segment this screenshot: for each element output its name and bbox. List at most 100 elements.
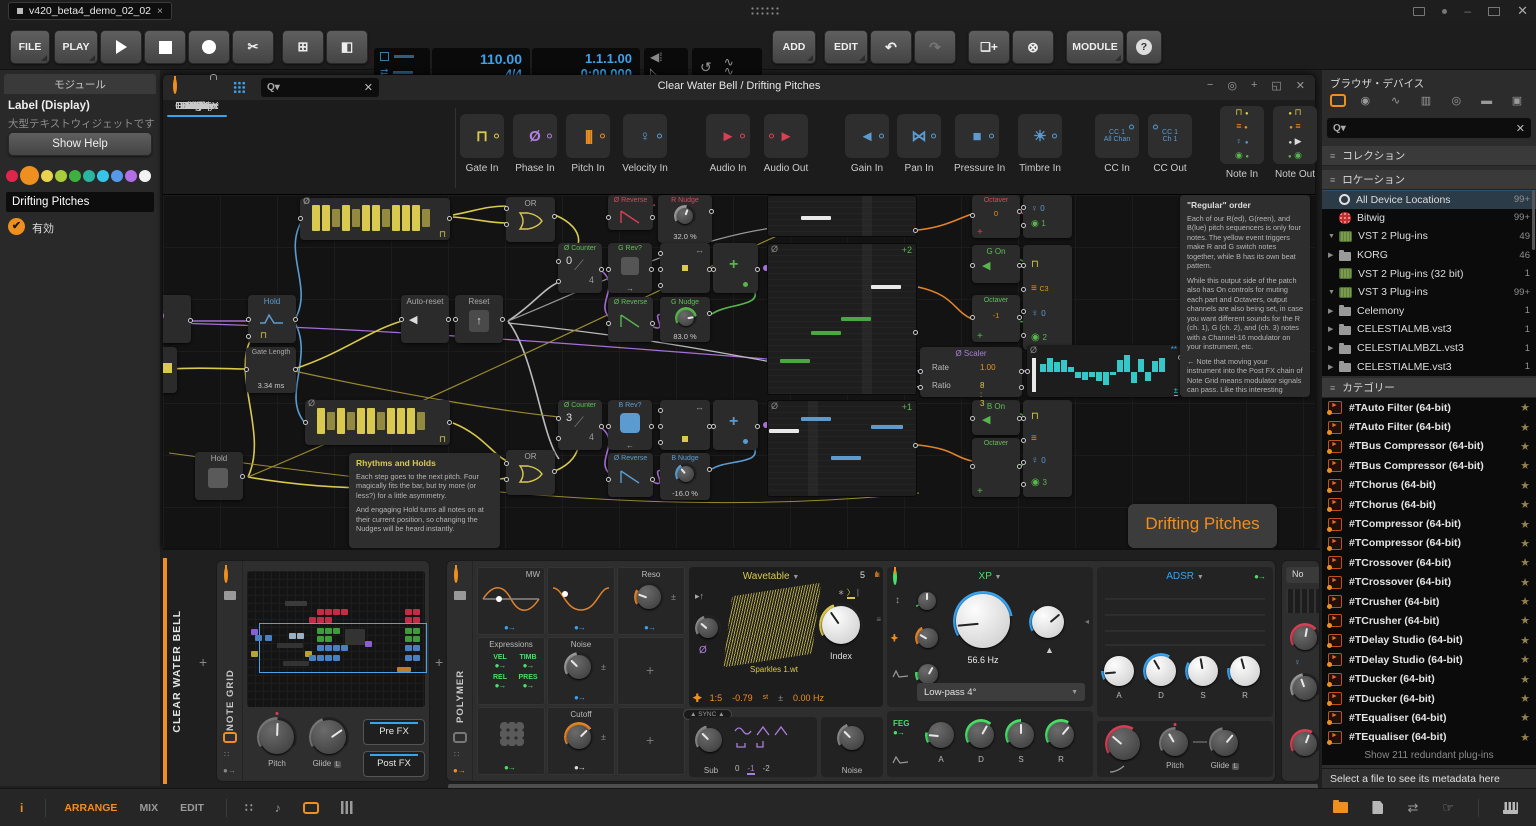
clips-filter-icon[interactable]: ◎	[1445, 94, 1467, 107]
post-fx-button[interactable]: Post FX	[363, 751, 425, 777]
favorite-star-icon[interactable]: ★	[1520, 692, 1530, 705]
palette-item-cc-in[interactable]: CC 1All ChanCC In	[1094, 114, 1140, 174]
hold-module[interactable]: Hold ⊓	[248, 295, 296, 343]
feg-a-knob[interactable]	[925, 719, 957, 751]
wavetable-name[interactable]: Sparkles 1.wt	[719, 665, 829, 674]
expander-icon[interactable]: ▶	[1328, 363, 1339, 371]
device-power-icon[interactable]	[224, 567, 228, 583]
plugin-row[interactable]: #TAuto Filter (64-bit) ★	[1322, 417, 1536, 436]
palette-item-timbre-in[interactable]: ☀Timbre In	[1017, 114, 1063, 174]
project-tab-close-icon[interactable]: ×	[157, 6, 163, 17]
search-clear-icon[interactable]: ✕	[1516, 122, 1525, 135]
device-panel-toggle-icon[interactable]	[303, 802, 319, 814]
edit-button[interactable]: EDIT	[824, 30, 868, 64]
palette-item-gain-in[interactable]: ◄Gain In	[844, 114, 890, 174]
gate-length-module[interactable]: Gate Length 3.34 ms	[246, 347, 296, 393]
retrigger-icon[interactable]: ▸↑	[695, 591, 704, 602]
devices-filter-icon[interactable]	[1330, 94, 1346, 107]
partial-knob[interactable]	[1290, 623, 1320, 653]
plugin-row[interactable]: #TCrusher (64-bit) ★	[1322, 592, 1536, 611]
location-row[interactable]: All Device Locations 99+	[1322, 190, 1536, 209]
r-nudge-module[interactable]: R Nudge 32.0 %	[658, 195, 712, 243]
patch-canvas[interactable]: Ø Ø ⊓ Ø ⊓ Hold	[163, 195, 1315, 548]
plugin-row[interactable]: #TCompressor (64-bit) ★	[1322, 534, 1536, 553]
note-rhythms-and-holds[interactable]: Rhythms and Holds Each step goes to the …	[349, 453, 500, 548]
favorite-star-icon[interactable]: ★	[1520, 459, 1530, 472]
color-swatch-red[interactable]	[6, 170, 18, 182]
reset-module[interactable]: Reset ↑	[455, 295, 503, 343]
favorite-star-icon[interactable]: ★	[1520, 440, 1530, 453]
add-device-button[interactable]: +	[435, 654, 443, 670]
plugin-row[interactable]: #TDelay Studio (64-bit) ★	[1322, 650, 1536, 669]
favorite-star-icon[interactable]: ★	[1520, 518, 1530, 531]
plugin-row[interactable]: #TBus Compressor (64-bit) ★	[1322, 456, 1536, 475]
color-swatch-purple[interactable]	[125, 170, 137, 182]
label-module[interactable]: Drifting Pitches	[1128, 504, 1277, 548]
polymer-device[interactable]: POLYMER ∷ ●→ MW ●→ ●→ Reso ± ●→	[446, 560, 1276, 782]
favorite-star-icon[interactable]: ★	[1520, 401, 1530, 414]
b-nudge-module[interactable]: B Nudge -16.0 %	[660, 453, 710, 500]
info-button[interactable]: i	[20, 801, 23, 815]
filter-freq-value[interactable]: 56.6 Hz	[949, 655, 1017, 665]
minimize-icon[interactable]: –	[1464, 4, 1471, 18]
module-button[interactable]: MODULE	[1066, 30, 1124, 64]
velocity-depth-knob[interactable]	[1105, 725, 1143, 763]
reverse-module-b[interactable]: Ø Reverse	[608, 453, 653, 497]
note-grid-device[interactable]: NOTE GRID ∷ ●→	[216, 560, 430, 782]
color-swatch-lime[interactable]	[55, 170, 67, 182]
color-swatch-green[interactable]	[69, 170, 81, 182]
mod-slot-mw[interactable]: MW ●→	[477, 567, 545, 635]
clipped-module[interactable]	[163, 347, 177, 393]
palette-item-pitch-in[interactable]: |||Pitch In	[565, 114, 611, 174]
add-device-button[interactable]: +	[199, 654, 207, 670]
enabled-checkbox[interactable]: ✔	[8, 218, 25, 235]
display-settings-icon[interactable]	[1413, 7, 1425, 16]
plugin-row[interactable]: #TAuto Filter (64-bit) ★	[1322, 398, 1536, 417]
pre-fx-button[interactable]: Pre FX	[363, 719, 425, 745]
unison-voices[interactable]: 5	[860, 570, 865, 580]
location-row[interactable]: ▼ VST 3 Plug-ins 99+	[1322, 283, 1536, 302]
sub-oct-1[interactable]: -1	[747, 764, 754, 775]
modulators-icon[interactable]: ●→	[453, 766, 466, 775]
color-swatch-teal[interactable]	[83, 170, 95, 182]
feg-s-knob[interactable]	[1005, 719, 1037, 751]
patch-thumbnail[interactable]	[247, 571, 425, 707]
favorite-star-icon[interactable]: ★	[1520, 673, 1530, 686]
filter-res-knob[interactable]	[1029, 603, 1067, 641]
favorite-star-icon[interactable]: ★	[1520, 653, 1530, 666]
expander-icon[interactable]: ▶	[1328, 344, 1339, 352]
io-routing-icon[interactable]: ⇄	[1407, 800, 1418, 816]
note-regular-order[interactable]: "Regular" order Each of our R(ed), G(ree…	[1180, 195, 1310, 397]
hold-module[interactable]: Hold	[195, 452, 243, 500]
pingpong-module-b[interactable]: ↔	[660, 400, 710, 450]
plugin-row[interactable]: #TBus Compressor (64-bit) ★	[1322, 437, 1536, 456]
noise-knob[interactable]	[837, 723, 867, 753]
palette-item-cc-out[interactable]: CC 1Ch 1CC Out	[1147, 114, 1193, 174]
note-out-module-g[interactable]: ⊓ ≡ C3 ♀ 0 ◉ 2	[1023, 245, 1072, 350]
location-row[interactable]: ▼ VST 2 Plug-ins 49	[1322, 227, 1536, 246]
preset-folder-icon[interactable]	[454, 591, 466, 600]
zoom-fit-icon[interactable]: ◎	[1227, 79, 1237, 92]
expander-icon[interactable]: ▶	[1328, 325, 1339, 333]
edit-view-button[interactable]: EDIT	[180, 802, 204, 814]
mod-slot-expressions[interactable]: Expressions VEL●→ TIMB●→ REL●→ PRES●→	[477, 637, 545, 705]
feg-r-knob[interactable]	[1045, 719, 1077, 751]
plugin-row[interactable]: #TDucker (64-bit) ★	[1322, 669, 1536, 688]
plugin-row[interactable]: #TCrossover (64-bit) ★	[1322, 553, 1536, 572]
zoom-in-icon[interactable]: +	[1251, 79, 1257, 92]
aeg-d-knob[interactable]	[1143, 653, 1179, 689]
palette-item-velocity-in[interactable]: ♀Velocity In	[622, 114, 668, 174]
filter-mode-dropdown[interactable]: Low-pass 4°▼	[917, 683, 1085, 701]
plugin-row[interactable]: #TChorus (64-bit) ★	[1322, 495, 1536, 514]
palette-item-gate-in[interactable]: ⊓Gate In	[459, 114, 505, 174]
g-nudge-module[interactable]: G Nudge 83.0 %	[660, 297, 710, 342]
play-button[interactable]	[100, 30, 142, 64]
wavetable-visualization[interactable]	[723, 583, 821, 668]
music-filter-icon[interactable]: ▬	[1476, 95, 1498, 107]
favorite-star-icon[interactable]: ★	[1520, 537, 1530, 550]
arrange-view-button[interactable]: ARRANGE	[64, 802, 117, 814]
palette-item-note-in[interactable]: ⊓ ●≡ ●♀ ●◉ ●Note In	[1219, 106, 1265, 180]
zoom-out-icon[interactable]: −	[1207, 79, 1213, 92]
g-rev-button[interactable]	[621, 257, 639, 275]
overdub-button[interactable]: ✂	[232, 30, 274, 64]
